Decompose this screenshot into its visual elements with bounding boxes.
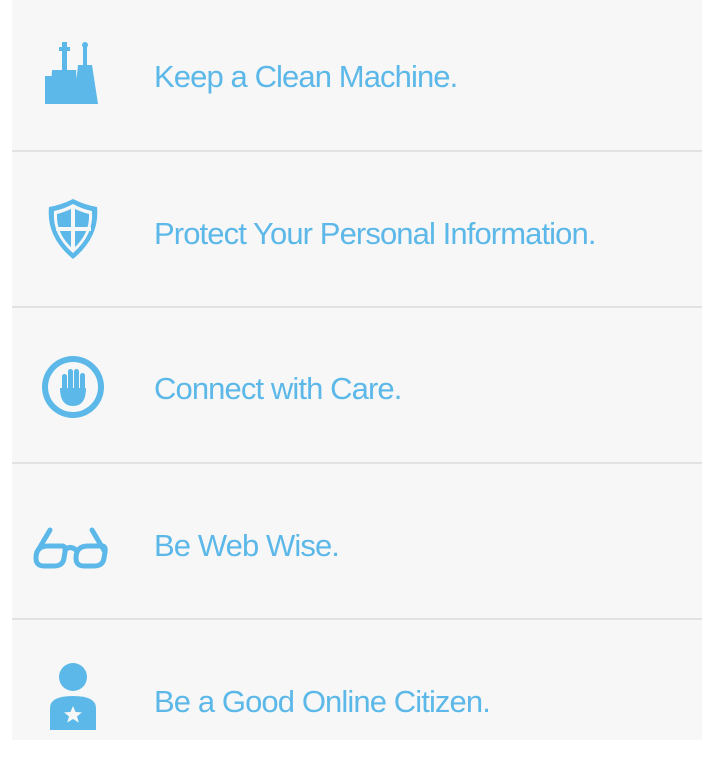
divider <box>12 462 702 464</box>
shield-icon <box>38 195 108 265</box>
divider <box>12 150 702 152</box>
tip-label: Be a Good Online Citizen. <box>154 684 491 719</box>
divider <box>12 306 702 308</box>
tip-item-protect-info[interactable]: Protect Your Personal Information. <box>12 156 702 311</box>
tip-item-connect-care[interactable]: Connect with Care. <box>12 312 702 467</box>
tip-label: Connect with Care. <box>154 371 402 406</box>
tip-item-good-citizen[interactable]: Be a Good Online Citizen. <box>12 624 702 779</box>
tip-item-web-wise[interactable]: Be Web Wise. <box>12 468 702 623</box>
stop-hand-icon <box>38 352 108 422</box>
tips-list: Keep a Clean Machine. Protect Your Perso… <box>12 0 702 740</box>
cleaning-tools-icon <box>38 42 108 112</box>
glasses-icon <box>30 508 114 578</box>
tip-item-clean-machine[interactable]: Keep a Clean Machine. <box>12 0 702 155</box>
security-tips-panel: Keep a Clean Machine. Protect Your Perso… <box>0 0 704 767</box>
tip-label: Be Web Wise. <box>154 528 340 563</box>
divider <box>12 618 702 620</box>
citizen-icon <box>38 662 108 732</box>
tip-label: Keep a Clean Machine. <box>154 59 458 94</box>
tip-label: Protect Your Personal Information. <box>154 216 596 251</box>
